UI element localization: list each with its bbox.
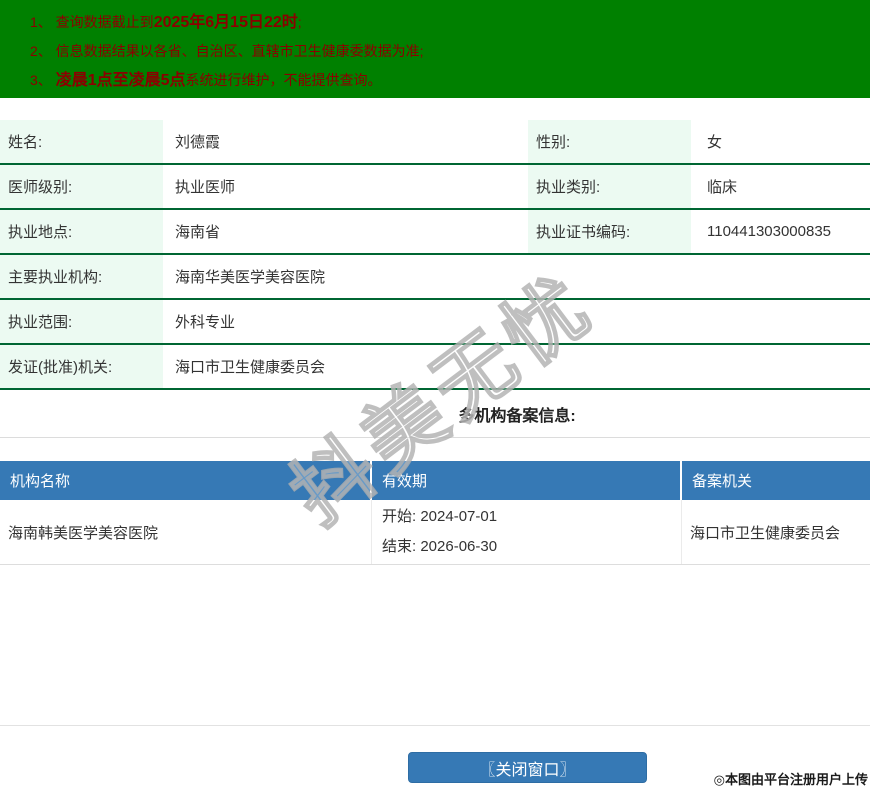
notice-line-1: 1、 查询数据截止到2025年6月15日22时;	[30, 8, 860, 37]
filing-header-validity: 有效期	[372, 461, 682, 500]
uploader-note: ◎本图由平台注册用户上传	[713, 772, 868, 787]
notice-1-text: 1、 查询数据截止到	[30, 14, 154, 30]
notice-1-suffix: ;	[297, 14, 302, 30]
field-value-practice-scope: 外科专业	[163, 300, 870, 345]
filing-table-empty-area	[0, 565, 870, 726]
field-value-practice-place: 海南省	[163, 210, 528, 255]
field-value-issuing-authority: 海口市卫生健康委员会	[163, 345, 870, 390]
notice-3-text: 3、	[30, 72, 56, 88]
field-label-practice-scope: 执业范围:	[0, 300, 163, 345]
notice-3-suffix: 系统进行维护，不能提供查询。	[185, 72, 382, 88]
filing-cell-institution: 海南韩美医学美容医院	[0, 500, 372, 564]
field-label-practice-type: 执业类别:	[528, 165, 691, 210]
field-value-name: 刘德霞	[163, 120, 528, 165]
notice-2-text: 2、 信息数据结果以各省、自治区、直辖市卫生健康委数据为准;	[30, 43, 424, 59]
doctor-info-table: 姓名: 刘德霞 性别: 女 医师级别: 执业医师 执业类别: 临床 执业地点: …	[0, 120, 870, 390]
notice-panel: 1、 查询数据截止到2025年6月15日22时; 2、 信息数据结果以各省、自治…	[0, 0, 870, 98]
notice-3-bold: 凌晨1点至凌晨5点	[55, 72, 186, 89]
field-value-gender: 女	[691, 120, 870, 165]
field-value-certificate-no: 110441303000835	[691, 210, 870, 255]
field-label-practice-place: 执业地点:	[0, 210, 163, 255]
field-value-main-institution: 海南华美医学美容医院	[163, 255, 870, 300]
filing-cell-authority: 海口市卫生健康委员会	[690, 524, 841, 542]
field-label-main-institution: 主要执业机构:	[0, 255, 163, 300]
field-value-practice-type: 临床	[691, 165, 870, 210]
filing-section-heading-text: 多机构备案信息:	[458, 407, 576, 425]
filing-validity-end: 结束: 2026-06-30	[382, 538, 498, 555]
filing-cell-validity: 开始: 2024-07-01 结束: 2026-06-30	[372, 500, 682, 564]
close-window-button[interactable]: 〖关闭窗口〗	[408, 752, 647, 783]
field-label-name: 姓名:	[0, 120, 163, 165]
filing-table: 机构名称 有效期 备案机关 海南韩美医学美容医院 开始: 2024-07-01 …	[0, 461, 870, 726]
filing-header-authority: 备案机关	[682, 461, 870, 500]
notice-1-bold: 2025年6月15日22时	[153, 14, 298, 31]
filing-header-institution: 机构名称	[0, 461, 372, 500]
field-value-doctor-level: 执业医师	[163, 165, 528, 210]
field-label-certificate-no: 执业证书编码:	[528, 210, 691, 255]
notice-line-2: 2、 信息数据结果以各省、自治区、直辖市卫生健康委数据为准;	[30, 37, 860, 66]
notice-line-3: 3、 凌晨1点至凌晨5点系统进行维护，不能提供查询。	[30, 66, 860, 95]
field-label-doctor-level: 医师级别:	[0, 165, 163, 210]
filing-validity-start: 开始: 2024-07-01	[382, 508, 498, 525]
field-label-gender: 性别:	[528, 120, 691, 165]
field-label-issuing-authority: 发证(批准)机关:	[0, 345, 163, 390]
filing-section-heading: 多机构备案信息:	[0, 390, 870, 438]
filing-table-header-row: 机构名称 有效期 备案机关	[0, 461, 870, 500]
filing-table-row: 海南韩美医学美容医院 开始: 2024-07-01 结束: 2026-06-30…	[0, 500, 870, 565]
